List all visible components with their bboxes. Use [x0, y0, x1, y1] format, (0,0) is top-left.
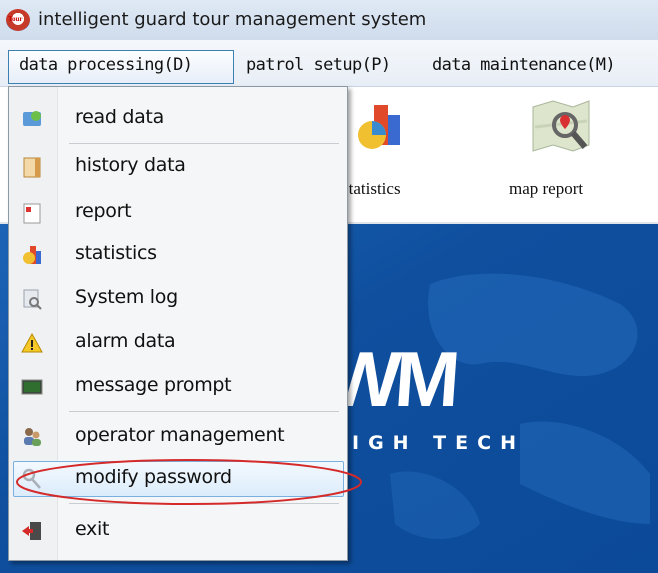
red-annotation-ellipse [16, 459, 362, 505]
statistics-icon [23, 246, 41, 264]
menu-item-operator-management[interactable]: operator management [11, 417, 345, 457]
menu-item-label: read data [75, 106, 164, 128]
menu-item-read-data[interactable]: read data [11, 99, 345, 139]
exit-door-icon [22, 522, 41, 540]
menu-item-message-prompt[interactable]: message prompt [11, 367, 345, 407]
toolbar-statistics-label: statistics [342, 179, 401, 198]
operator-management-icon [24, 428, 41, 446]
menu-separator [69, 143, 339, 144]
app-logo-text: Tour [8, 15, 23, 23]
system-log-icon [23, 289, 42, 310]
alarm-warning-icon [21, 332, 43, 353]
map-report-icon [532, 100, 590, 152]
menu-item-label: statistics [75, 242, 157, 264]
menu-item-alarm-data[interactable]: alarm data [11, 323, 345, 363]
menu-item-system-log[interactable]: System log [11, 279, 345, 319]
toolbar-map-report-button[interactable] [525, 97, 597, 161]
menu-item-label: System log [75, 286, 178, 308]
history-data-icon [23, 157, 41, 178]
menu-item-label: exit [75, 518, 110, 540]
menu-data-maintenance[interactable]: data maintenance(M) [432, 55, 616, 75]
menu-item-label: history data [75, 154, 186, 176]
menu-item-label: alarm data [75, 330, 176, 352]
menu-item-exit[interactable]: exit [11, 511, 345, 551]
menu-item-label: operator management [75, 424, 285, 446]
toolbar-statistics-button[interactable] [350, 97, 420, 157]
message-prompt-icon [21, 379, 43, 395]
menu-item-label: report [75, 200, 132, 222]
menu-patrol-setup[interactable]: patrol setup(P) [246, 55, 391, 75]
title-bar: Tour intelligent guard tour management s… [0, 0, 658, 40]
report-icon [23, 203, 41, 224]
menu-item-history-data[interactable]: history data [11, 147, 345, 187]
read-data-icon [23, 111, 41, 126]
menu-separator [69, 411, 339, 412]
statistics-chart-icon [358, 105, 400, 149]
menu-item-label: message prompt [75, 374, 232, 396]
app-logo-icon: Tour [6, 9, 30, 31]
menu-data-processing[interactable]: data processing(D) [19, 55, 193, 75]
data-processing-dropdown: read data history data report statistics… [8, 86, 362, 561]
brand-tagline: IGH TECH [352, 432, 525, 454]
menu-item-statistics[interactable]: statistics [11, 235, 345, 275]
menu-item-report[interactable]: report [11, 193, 345, 233]
toolbar-map-report-label: map report [509, 179, 584, 198]
window-title: intelligent guard tour management system [38, 9, 427, 30]
